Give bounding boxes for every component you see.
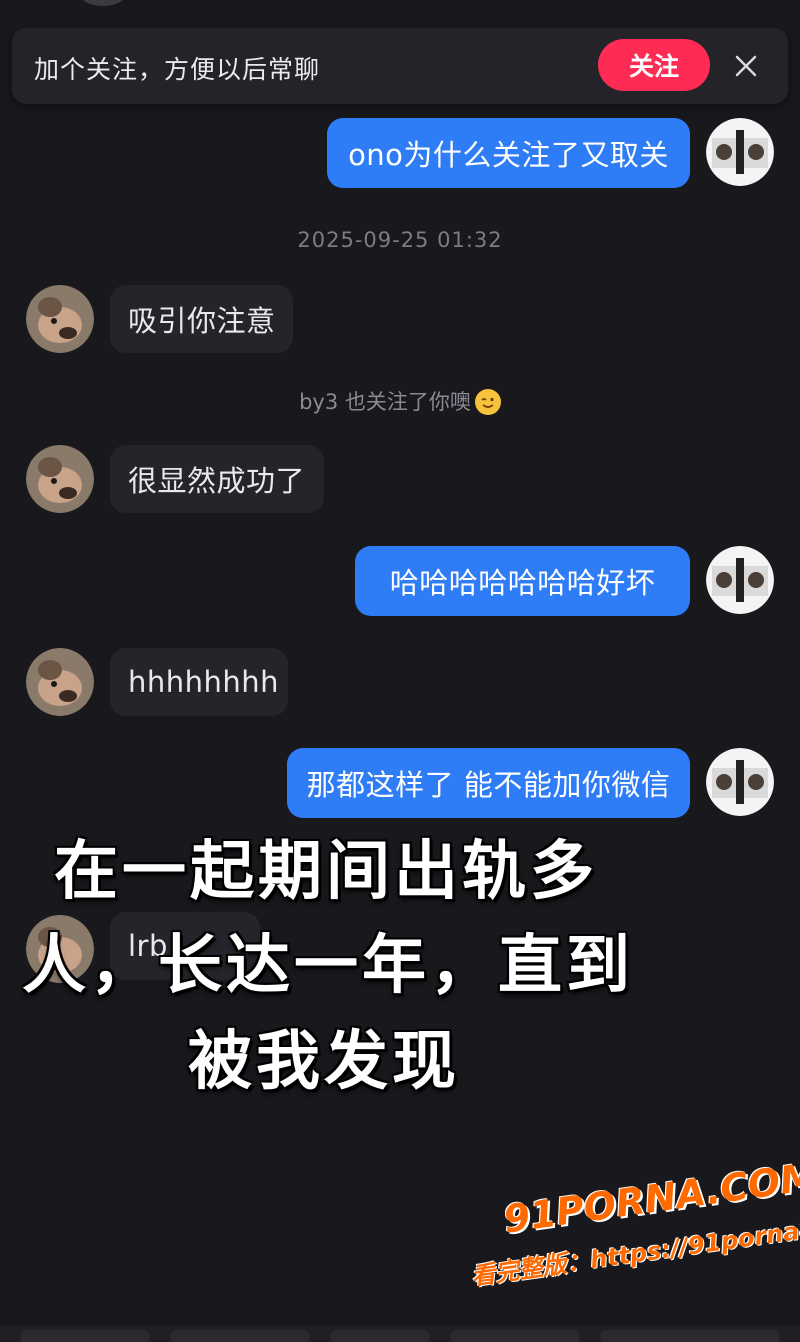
message-timestamp: 2025-09-25 01:32 xyxy=(297,228,503,252)
my-avatar[interactable] xyxy=(706,118,774,186)
overlay-caption-line: 在一起期间出轨多 xyxy=(54,835,598,909)
chat-screen: 加个关注，方便以后常聊 关注 ono为什么关注了又取关 2025-09-25 0… xyxy=(0,0,800,1342)
incoming-message-bubble[interactable]: hhhhhhhh xyxy=(110,648,288,716)
system-notice-text: by3 也关注了你噢 xyxy=(299,390,471,414)
watermark: 91PORNA.COM 看完整版：https://91porna81.com xyxy=(461,1154,800,1342)
toolbar-button[interactable] xyxy=(330,1330,430,1342)
outgoing-message-bubble[interactable]: 哈哈哈哈哈哈哈好坏 xyxy=(355,546,690,616)
banner-text: 加个关注，方便以后常聊 xyxy=(34,55,321,84)
incoming-message-bubble[interactable]: 吸引你注意 xyxy=(110,285,293,353)
contact-avatar[interactable] xyxy=(26,648,94,716)
follow-banner: 加个关注，方便以后常聊 关注 xyxy=(12,28,788,104)
contact-avatar[interactable] xyxy=(26,445,94,513)
system-notice: by3 也关注了你噢 xyxy=(0,386,800,416)
avatar xyxy=(80,0,126,6)
toolbar-button[interactable] xyxy=(170,1330,310,1342)
incoming-message-bubble[interactable]: 很显然成功了 xyxy=(110,445,324,513)
toolbar-button[interactable] xyxy=(450,1330,580,1342)
contact-avatar[interactable] xyxy=(26,285,94,353)
toolbar-button[interactable] xyxy=(600,1330,780,1342)
my-avatar[interactable] xyxy=(706,546,774,614)
overlay-caption-line: 被我发现 xyxy=(188,1025,460,1099)
close-icon[interactable] xyxy=(730,50,762,82)
toolbar-button[interactable] xyxy=(20,1330,150,1342)
outgoing-message-bubble[interactable]: 那都这样了 能不能加你微信 xyxy=(287,748,690,818)
overlay-caption-line: 人，长达一年，直到 xyxy=(22,929,634,1003)
wink-emoji-icon xyxy=(474,389,501,415)
my-avatar[interactable] xyxy=(706,748,774,816)
follow-button[interactable]: 关注 xyxy=(598,39,710,91)
outgoing-message-bubble[interactable]: ono为什么关注了又取关 xyxy=(327,118,690,188)
